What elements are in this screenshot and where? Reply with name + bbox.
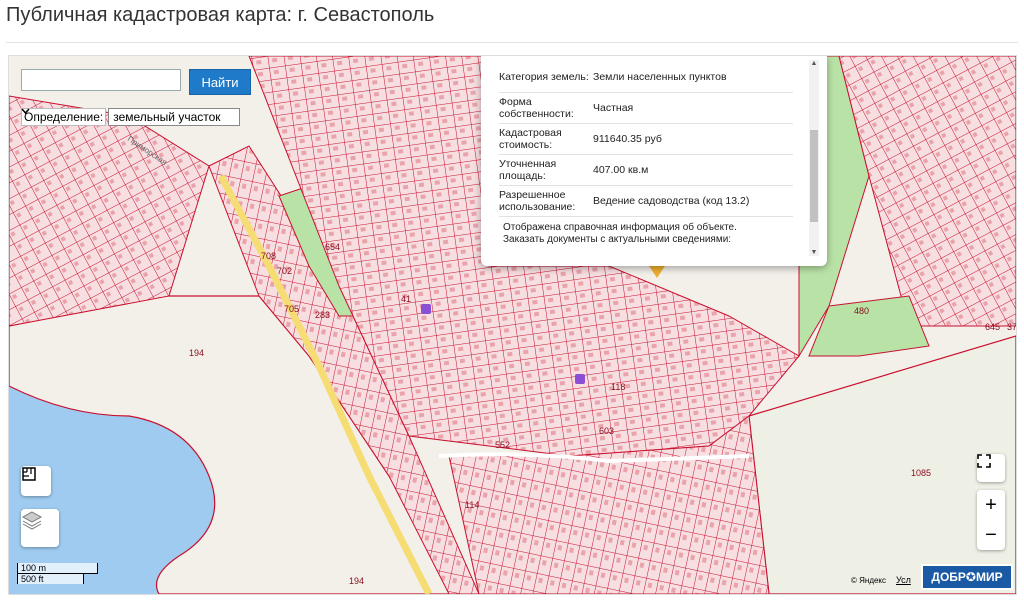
info-value: Земли населенных пунктов — [593, 71, 727, 83]
label-37: 37 — [1007, 322, 1016, 332]
page-title: Публичная кадастровая карта: г. Севастоп… — [6, 4, 435, 26]
label-194-b: 194 — [349, 576, 364, 586]
scroll-up-icon[interactable]: ▲ — [809, 60, 819, 67]
info-key: Уточненная площадь: — [499, 158, 557, 182]
label-41: 41 — [401, 294, 411, 304]
scale-bar: 100 m 500 ft — [17, 563, 98, 584]
definition-value: земельный участок — [113, 110, 221, 124]
poi-marker[interactable] — [575, 374, 585, 384]
label-603: 603 — [599, 426, 614, 436]
info-value: Частная — [593, 102, 634, 114]
zoom-control: + − — [977, 490, 1005, 550]
info-value: Ведение садоводства (код 13.2) — [593, 195, 750, 207]
label-283: 283 — [315, 310, 330, 320]
info-value: 407.00 кв.м — [593, 164, 649, 176]
definition-label: Определение: — [21, 108, 107, 126]
definition-select[interactable]: земельный участок — [21, 108, 241, 126]
terms-link[interactable]: Усл — [896, 575, 911, 585]
label-654: 654 — [325, 242, 340, 252]
title-divider — [6, 42, 1018, 43]
scale-metric: 100 m — [17, 563, 98, 574]
info-row: Разрешенное использование: Ведение садов… — [499, 186, 793, 217]
label-194-a: 194 — [189, 348, 204, 358]
zoom-in-button[interactable]: + — [977, 490, 1005, 520]
info-key: Кадастровая стоимость: — [499, 127, 562, 151]
popup-scrollbar[interactable]: ▲ ▼ — [809, 60, 819, 256]
label-705: 705 — [284, 304, 299, 314]
info-row: Кадастровая стоимость: 911640.35 руб — [499, 124, 793, 155]
info-table: Категория земель: Земли населенных пункт… — [499, 62, 793, 217]
info-note: Отображена справочная информация об объе… — [503, 222, 737, 245]
label-118: 118 — [611, 382, 625, 392]
dobromir-logo[interactable]: ДОБР✪МИР — [921, 564, 1013, 590]
yandex-attribution: © Яндекс — [851, 576, 887, 585]
zoom-out-button[interactable]: − — [977, 520, 1005, 550]
search-button[interactable]: Найти — [189, 69, 251, 95]
info-row: Форма собственности: Частная — [499, 93, 793, 124]
info-popup: Категория земель: Земли населенных пункт… — [481, 56, 827, 266]
info-value: 911640.35 руб — [593, 133, 662, 145]
map[interactable]: 194 194 654 1085 480 702 708 705 283 41 … — [8, 55, 1017, 595]
scroll-down-icon[interactable]: ▼ — [809, 249, 819, 256]
definition-control: Определение: земельный участок — [21, 108, 241, 126]
layers-button[interactable] — [21, 509, 59, 547]
label-114: 114 — [465, 500, 479, 510]
info-key: Форма собственности: — [499, 96, 574, 120]
label-702: 702 — [277, 266, 292, 276]
label-552: 552 — [495, 440, 510, 450]
poi-marker[interactable] — [421, 304, 431, 314]
info-row: Категория земель: Земли населенных пункт… — [499, 62, 793, 93]
scale-imperial: 500 ft — [17, 574, 84, 584]
search-input[interactable] — [21, 69, 181, 91]
label-645: 645 — [985, 322, 1000, 332]
info-row: Уточненная площадь: 407.00 кв.м — [499, 155, 793, 186]
ruler-button[interactable] — [21, 466, 51, 496]
info-key: Категория земель: — [499, 71, 589, 83]
label-708: 708 — [261, 251, 276, 261]
label-1085: 1085 — [911, 468, 931, 478]
fullscreen-button[interactable] — [977, 454, 1005, 482]
scroll-thumb[interactable] — [810, 130, 818, 222]
label-480: 480 — [854, 306, 869, 316]
info-key: Разрешенное использование: — [499, 189, 576, 213]
